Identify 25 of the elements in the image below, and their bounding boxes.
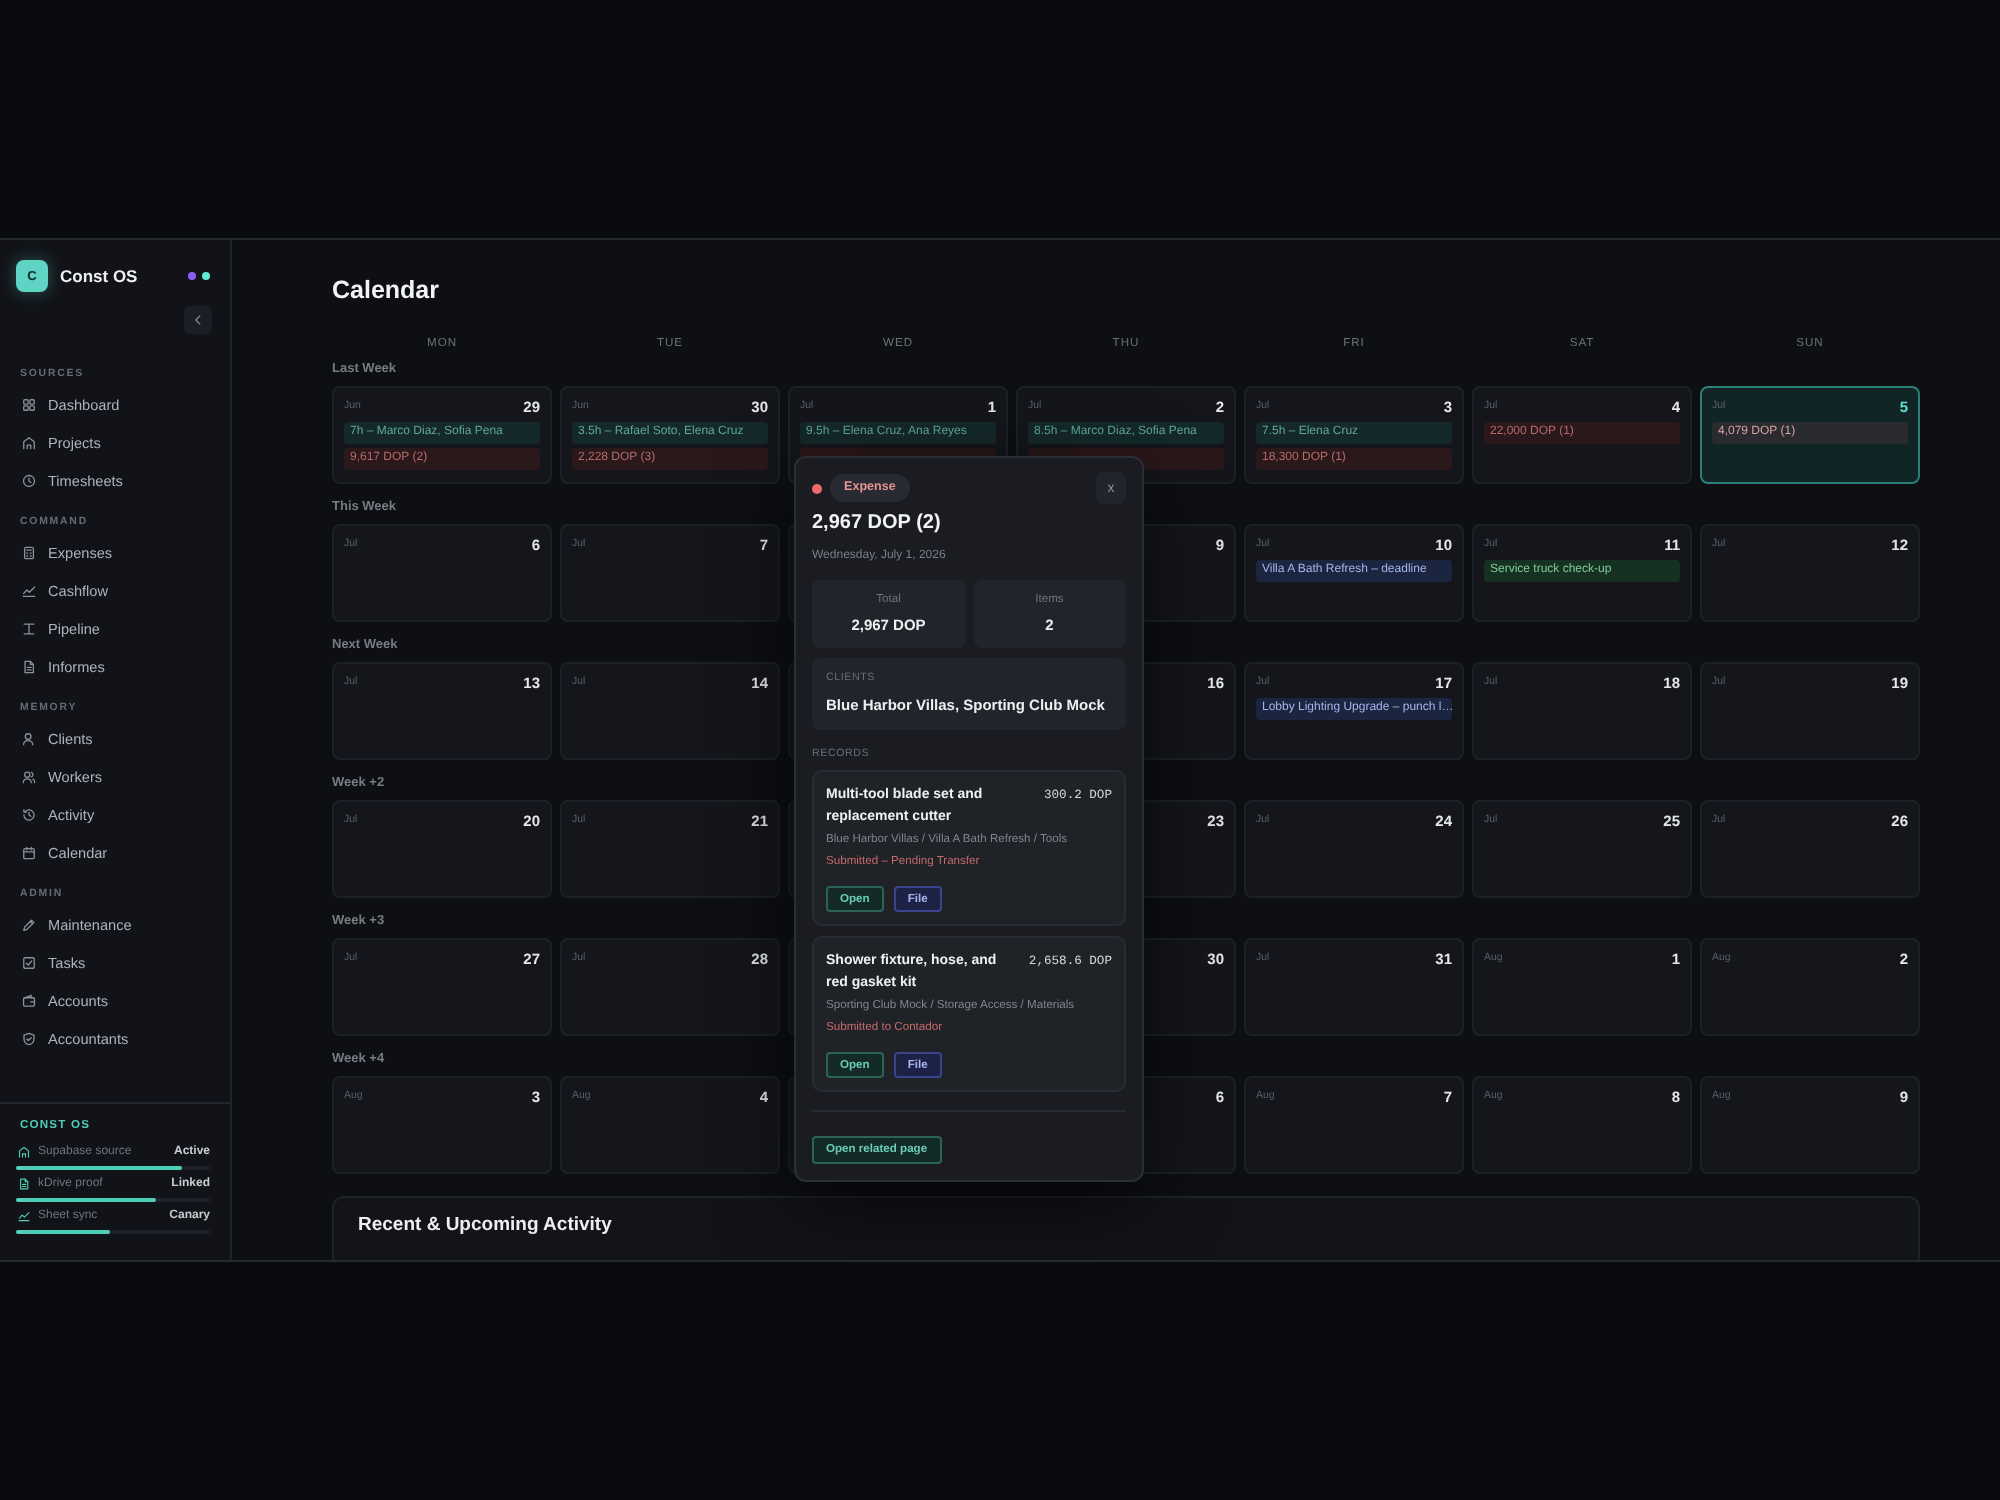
chart-line-icon [22,584,36,598]
person-icon [22,732,36,746]
house-icon [18,1146,30,1158]
collapse-button[interactable] [184,306,212,334]
clock-icon [22,474,36,488]
chevron-left-icon [192,314,204,326]
chart-line-icon [18,1210,30,1222]
calendar-icon [22,846,36,860]
history-icon [22,808,36,822]
document-icon [22,660,36,674]
section-title: Recent & Upcoming Activity [358,1214,612,1238]
pencil-icon [22,918,36,932]
wallet-icon [22,994,36,1008]
status-dot [812,483,822,493]
document-icon [18,1178,30,1190]
checkbox-icon [22,956,36,970]
popup-title: 2,967 DOP (2) [812,510,941,536]
house-icon [22,436,36,450]
i-beam-icon [22,622,36,636]
shield-icon [22,1032,36,1046]
page-title: Calendar [332,274,439,306]
calculator-icon [22,546,36,560]
grid-icon [22,398,36,412]
app-name: Const OS [60,266,138,286]
people-icon [22,770,36,784]
